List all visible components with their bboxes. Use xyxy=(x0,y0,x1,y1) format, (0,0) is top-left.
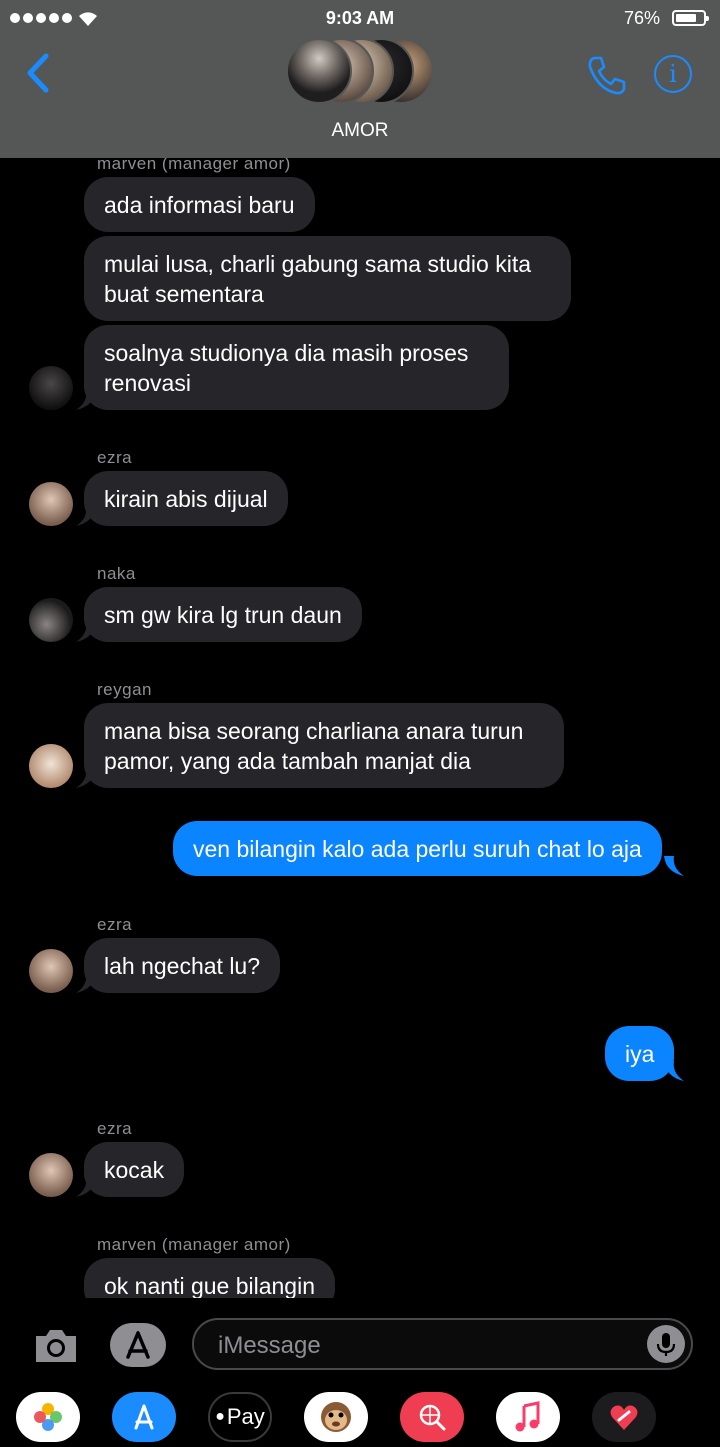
sender-name: ezra xyxy=(97,448,133,467)
sender-name: ezra xyxy=(97,1119,133,1138)
avatar[interactable] xyxy=(29,949,73,993)
message-bubble-outgoing[interactable]: ven bilangin kalo ada perlu suruh chat l… xyxy=(173,821,662,876)
battery-percentage: 76% xyxy=(623,8,660,28)
message-bubble[interactable]: mana bisa seorang charliana anara turun … xyxy=(84,703,564,788)
avatar[interactable] xyxy=(29,598,73,642)
message-bubble[interactable]: ada informasi baru xyxy=(84,177,315,232)
sender-name: naka xyxy=(97,564,136,583)
digital-touch-app-button[interactable] xyxy=(592,1392,656,1442)
message-bubble[interactable]: lah ngechat lu? xyxy=(84,938,281,993)
group-avatar-main xyxy=(286,38,352,104)
bubble-tail xyxy=(76,1177,96,1197)
status-bar: 9:03 AM 76% xyxy=(0,0,720,38)
app-drawer: ● Pay xyxy=(0,1392,720,1447)
animoji-app-button[interactable] xyxy=(304,1392,368,1442)
bubble-tail xyxy=(76,390,96,410)
message-bubble[interactable]: kocak xyxy=(84,1142,185,1197)
bubble-tail xyxy=(664,856,684,876)
sender-name: marven (manager amor) xyxy=(97,158,291,173)
battery-icon xyxy=(672,10,709,26)
app-store-icon xyxy=(134,1404,154,1430)
message-bubble[interactable]: ok nanti gue bilangin xyxy=(84,1258,335,1298)
heart-icon xyxy=(610,1405,638,1430)
bubble-tail xyxy=(664,1061,684,1081)
photos-app-button[interactable] xyxy=(16,1392,80,1442)
info-icon[interactable]: i xyxy=(654,55,692,93)
monkey-face-icon xyxy=(321,1402,351,1432)
app-store-button[interactable] xyxy=(110,1323,166,1367)
music-app-button[interactable] xyxy=(496,1392,560,1442)
avatar[interactable] xyxy=(29,366,73,410)
bubble-tail xyxy=(76,622,96,642)
message-input[interactable]: iMessage xyxy=(192,1318,693,1370)
nav-header: 9:03 AM 76% AMOR i xyxy=(0,0,720,158)
avatar[interactable] xyxy=(29,744,73,788)
apple-logo-icon: ● xyxy=(215,1408,225,1425)
bubble-tail xyxy=(76,973,96,993)
group-name[interactable]: AMOR xyxy=(0,120,720,142)
message-list[interactable]: marven (manager amor) ada informasi baru… xyxy=(0,158,720,1298)
web-search-app-button[interactable] xyxy=(400,1392,464,1442)
message-input-placeholder: iMessage xyxy=(218,1332,321,1359)
sender-name: ezra xyxy=(97,915,133,934)
bubble-tail xyxy=(76,768,96,788)
message-bubble[interactable]: soalnya studionya dia masih proses renov… xyxy=(84,325,509,410)
avatar[interactable] xyxy=(29,482,73,526)
microphone-icon[interactable] xyxy=(647,1325,685,1363)
message-bubble[interactable]: kirain abis dijual xyxy=(84,471,288,526)
apple-pay-label: Pay xyxy=(226,1404,265,1429)
apple-pay-app-button[interactable]: ● Pay xyxy=(208,1392,272,1442)
status-time: 9:03 AM xyxy=(325,8,395,28)
music-note-icon xyxy=(515,1401,540,1432)
back-chevron-icon[interactable] xyxy=(20,50,60,96)
sender-name: reygan xyxy=(97,680,152,699)
search-globe-icon xyxy=(419,1404,446,1431)
message-bubble[interactable]: sm gw kira lg trun daun xyxy=(84,587,362,642)
bubble-tail xyxy=(76,506,96,526)
app-store-app-button[interactable] xyxy=(112,1392,176,1442)
app-store-icon xyxy=(126,1331,150,1359)
sender-name: marven (manager amor) xyxy=(97,1235,291,1254)
camera-icon[interactable] xyxy=(32,1326,80,1366)
message-bubble[interactable]: mulai lusa, charli gabung sama studio ki… xyxy=(84,236,571,321)
photos-icon xyxy=(34,1403,62,1431)
avatar[interactable] xyxy=(29,1153,73,1197)
phone-call-icon[interactable] xyxy=(586,54,628,96)
group-avatars[interactable] xyxy=(286,38,436,106)
